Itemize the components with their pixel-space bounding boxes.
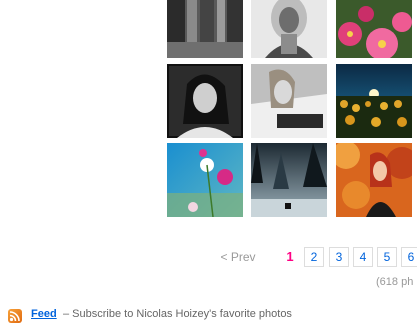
page-link-4[interactable]: 4 <box>353 247 373 267</box>
photo-thumb-redhead-autumn[interactable] <box>336 143 412 217</box>
page-link-6[interactable]: 6 <box>401 247 417 267</box>
favorites-photo-grid <box>0 0 417 220</box>
page-link-5[interactable]: 5 <box>377 247 397 267</box>
photo-count: (618 ph <box>376 276 414 288</box>
rss-icon[interactable] <box>8 309 22 323</box>
pagination: < Prev 1 2 3 4 5 6 <box>0 247 417 269</box>
photo-thumb-cosmos-flowers[interactable] <box>167 143 243 217</box>
feed-link[interactable]: Feed <box>31 308 57 320</box>
feed-description: – Subscribe to Nicolas Hoizey's favorite… <box>63 308 292 320</box>
photo-thumb-city-bw[interactable] <box>167 0 243 58</box>
prev-page-link: < Prev <box>220 250 256 264</box>
current-page: 1 <box>286 249 294 264</box>
photo-thumb-headscarf-portrait[interactable] <box>251 0 327 58</box>
page-link-3[interactable]: 3 <box>329 247 349 267</box>
photo-thumb-pink-flowers[interactable] <box>336 0 412 58</box>
photo-thumb-woman-portrait-bw[interactable] <box>167 64 243 138</box>
photo-thumb-sunflowers-sunset[interactable] <box>336 64 412 138</box>
page-link-2[interactable]: 2 <box>304 247 324 267</box>
photo-thumb-misty-forest[interactable] <box>251 143 327 217</box>
photo-thumb-woman-lying-bw[interactable] <box>251 64 327 138</box>
